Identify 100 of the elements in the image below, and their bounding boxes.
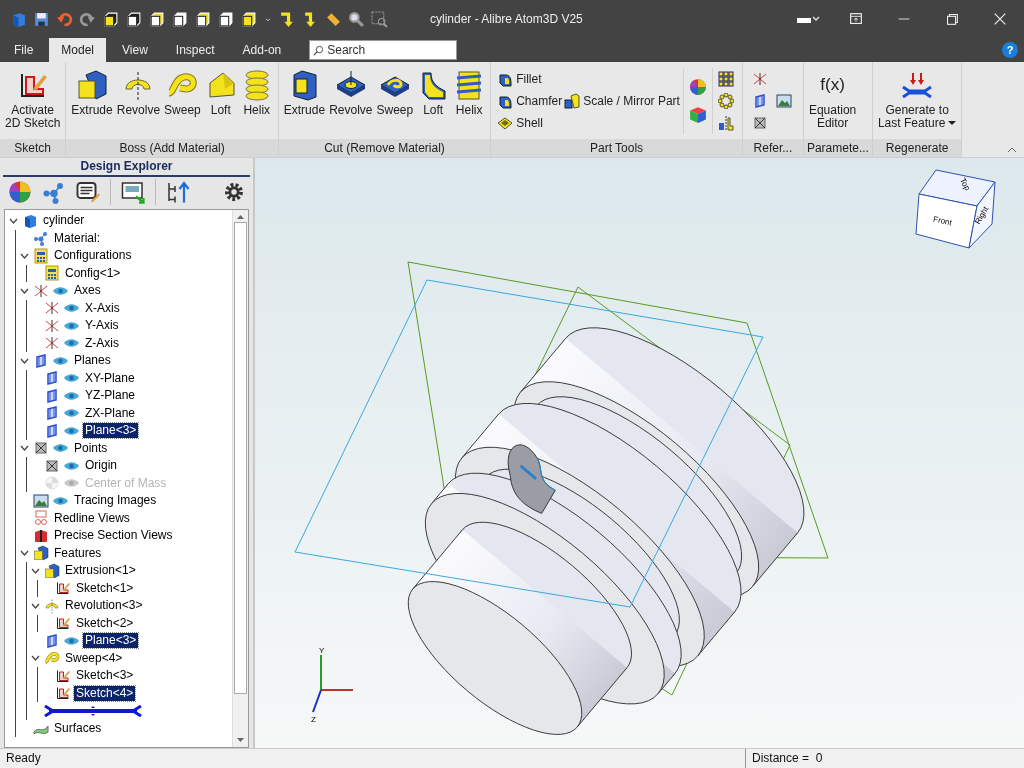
tree-item[interactable]: XY-Plane — [83, 370, 137, 386]
tree-item[interactable]: Precise Section Views — [52, 528, 175, 544]
eye-icon[interactable] — [63, 390, 80, 401]
help-icon[interactable]: ? — [1002, 42, 1018, 58]
tree-item[interactable]: Plane<3> — [83, 633, 139, 649]
eye-icon[interactable] — [52, 355, 69, 366]
point-icon[interactable] — [751, 114, 768, 131]
eye-icon[interactable] — [52, 285, 69, 296]
tree-item[interactable]: Revolution<3> — [63, 598, 145, 614]
undo-icon[interactable] — [56, 10, 73, 28]
tree-item[interactable]: Sketch<4> — [74, 685, 136, 701]
menu-tab[interactable]: View — [110, 38, 160, 62]
tree-item[interactable]: Sweep<4> — [63, 650, 125, 666]
eye-icon[interactable] — [52, 495, 69, 506]
colored-cube-icon[interactable] — [688, 105, 707, 124]
ribbon-button[interactable]: f(x) Equation Editor — [806, 64, 859, 137]
tree-item[interactable]: Surfaces — [52, 720, 104, 736]
tree-item[interactable]: Z-Axis — [83, 335, 121, 351]
chevron-icon[interactable] — [19, 550, 29, 557]
chevron-icon[interactable] — [19, 287, 29, 294]
tree-item[interactable]: Config<1> — [63, 265, 123, 281]
scroll-down-icon[interactable] — [236, 737, 245, 743]
node-graph-icon[interactable] — [42, 180, 66, 204]
tree-item[interactable]: Tracing Images — [72, 493, 159, 509]
cube-view-icon[interactable] — [102, 10, 119, 28]
menu-tab[interactable]: Inspect — [163, 38, 227, 62]
chevron-icon[interactable] — [30, 567, 40, 574]
rollback-bar[interactable] — [43, 704, 143, 717]
settings-icon[interactable] — [223, 181, 245, 203]
picture-icon[interactable] — [775, 92, 792, 109]
ribbon-button[interactable]: Revolve — [327, 64, 375, 137]
grid-pattern-icon[interactable] — [717, 70, 734, 87]
view-cube-face[interactable]: Top — [918, 169, 996, 207]
ribbon-button[interactable]: Extrude — [281, 64, 328, 137]
eye-icon[interactable] — [63, 338, 80, 349]
cube-view-icon[interactable] — [240, 10, 257, 28]
ribbon-button[interactable]: Chamfer — [496, 91, 564, 110]
maximize-icon[interactable] — [944, 11, 960, 27]
ribbon-button[interactable]: Generate to Last Feature — [875, 64, 959, 137]
eye-icon[interactable] — [63, 460, 80, 471]
eye-icon[interactable] — [63, 373, 80, 384]
mirror-icon[interactable] — [717, 114, 734, 131]
cube-view-icon[interactable] — [148, 10, 165, 28]
tree-item[interactable]: Extrusion<1> — [63, 563, 138, 579]
ribbon-button[interactable]: Scale / Mirror Part — [563, 91, 681, 110]
ribbon-button[interactable]: Revolve — [114, 64, 163, 137]
ribbon-button[interactable]: Extrude — [69, 64, 115, 137]
cube-view-icon[interactable] — [171, 10, 188, 28]
ruler-icon[interactable] — [325, 10, 342, 28]
tree-item[interactable]: Material: — [52, 230, 102, 246]
ribbon-button[interactable]: Loft — [415, 64, 452, 137]
search-field[interactable]: Search — [309, 40, 458, 60]
chevron-icon[interactable] — [30, 602, 40, 609]
chevron-icon[interactable] — [19, 445, 29, 452]
ribbon-button[interactable]: Sweep — [162, 64, 203, 137]
ribbon-button[interactable]: Loft — [202, 64, 239, 137]
eye-icon[interactable] — [63, 320, 80, 331]
ribbon-button[interactable]: Shell — [496, 113, 564, 132]
tree-item[interactable]: Y-Axis — [83, 318, 121, 334]
tree-item[interactable]: cylinder — [41, 213, 87, 229]
eye-icon[interactable] — [63, 635, 80, 646]
tree-sort-icon[interactable] — [166, 180, 190, 204]
tree-item[interactable]: X-Axis — [83, 300, 122, 316]
tree-item[interactable]: Sketch<2> — [74, 615, 136, 631]
tree-item[interactable]: Origin — [83, 458, 119, 474]
eye-icon[interactable] — [63, 408, 80, 419]
tree-item[interactable]: ZX-Plane — [83, 405, 138, 421]
chevron-icon[interactable] — [19, 252, 29, 259]
ribbon-button[interactable]: Helix — [238, 64, 275, 137]
eye-icon[interactable] — [63, 425, 80, 436]
cube-view-icon[interactable] — [217, 10, 234, 28]
cube-view-icon[interactable] — [194, 10, 211, 28]
tree-item[interactable]: Plane<3> — [83, 423, 139, 439]
cube-view-icon[interactable] — [125, 10, 142, 28]
chevron-icon[interactable] — [8, 217, 18, 224]
collapse-ribbon-icon[interactable] — [1006, 145, 1018, 153]
tree-item[interactable]: Sketch<3> — [74, 668, 136, 684]
close-icon[interactable] — [992, 11, 1008, 27]
tree-item[interactable]: YZ-Plane — [83, 388, 138, 404]
eye-icon[interactable] — [63, 303, 80, 314]
ribbon-button[interactable]: Helix — [451, 64, 488, 137]
tree-item[interactable]: Planes — [72, 353, 113, 369]
tree-item[interactable]: Axes — [72, 283, 103, 299]
chevron-icon[interactable] — [19, 357, 29, 364]
ribbon-button[interactable]: Activate 2D Sketch — [3, 64, 63, 137]
menu-tab[interactable]: File — [2, 38, 46, 62]
menu-tab[interactable]: Model — [49, 38, 107, 62]
circular-pattern-icon[interactable] — [717, 92, 734, 109]
zoom-window-icon[interactable] — [371, 10, 388, 28]
tree-item[interactable]: Sketch<1> — [74, 580, 136, 596]
color-wheel-icon[interactable] — [688, 77, 707, 96]
save-icon[interactable] — [33, 10, 50, 28]
color-wheel-icon[interactable] — [8, 180, 32, 204]
menu-tab[interactable]: Add-on — [230, 38, 294, 62]
tree-item[interactable]: Configurations — [52, 248, 134, 264]
tree-item[interactable]: Points — [72, 440, 110, 456]
redo-icon[interactable] — [79, 10, 96, 28]
tree-item[interactable]: Redline Views — [52, 510, 132, 526]
scroll-up-icon[interactable] — [236, 214, 245, 220]
eye-icon[interactable] — [52, 443, 69, 454]
